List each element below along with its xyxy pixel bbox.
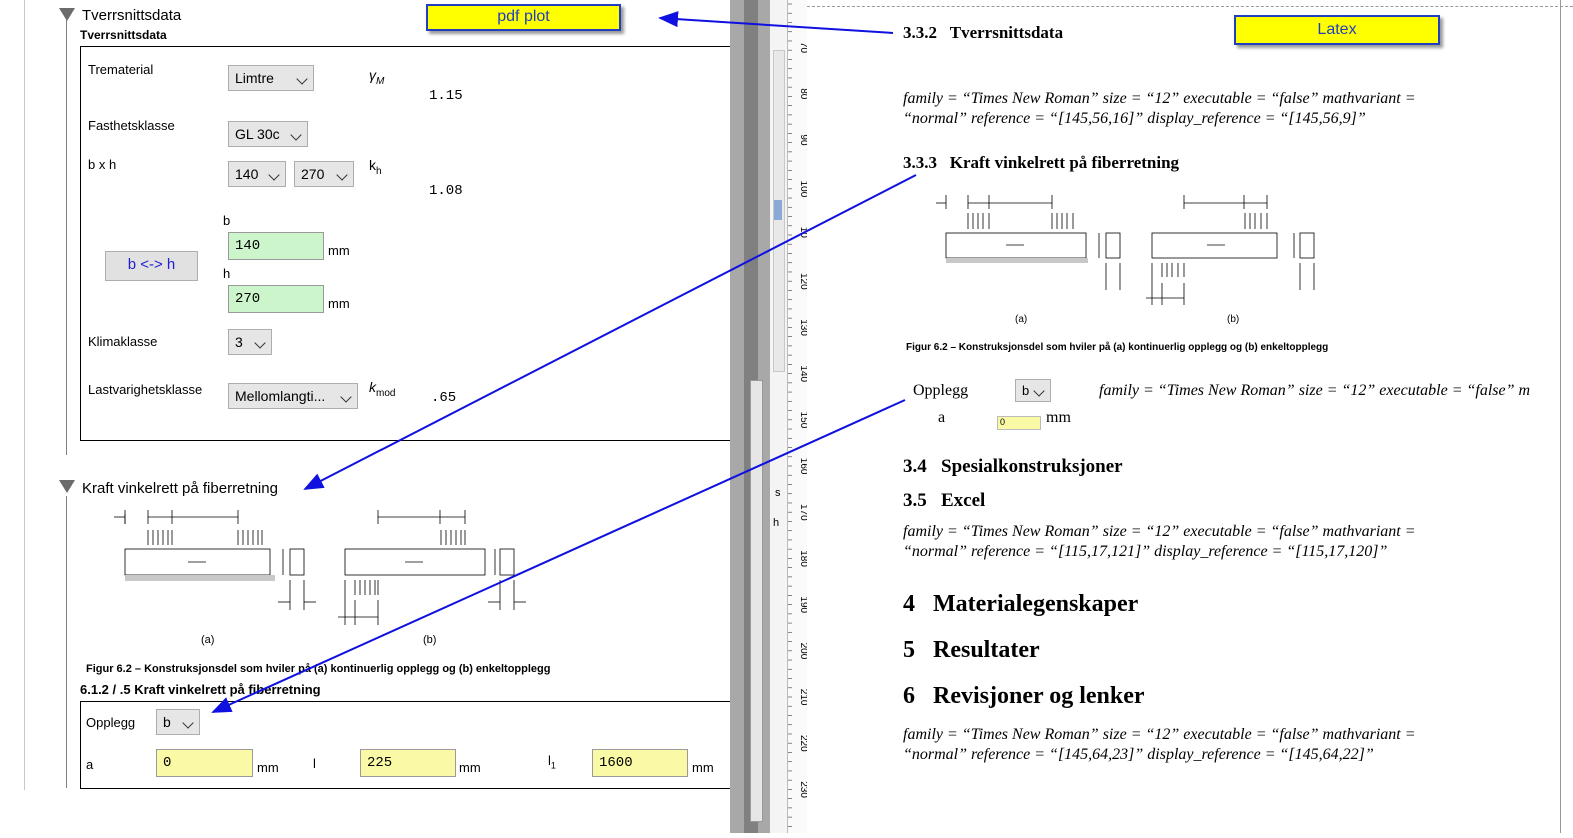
- lastvarighet-label: Lastvarighetsklasse: [88, 382, 203, 397]
- latex-figure-label-b: (b): [1227, 314, 1240, 325]
- math-block-1: family = “Times New Roman” size = “12” e…: [903, 90, 1416, 107]
- page-top-rule: [807, 0, 1573, 7]
- math-block-3: family = “Times New Roman” size = “12” e…: [903, 726, 1416, 743]
- latex-support-figure: [936, 195, 1315, 305]
- lastvarighet-select[interactable]: Mellomlangti...: [228, 383, 358, 409]
- bxh-label: b x h: [88, 157, 117, 172]
- l-unit: mm: [459, 760, 481, 775]
- heading-5: 5 Resultater: [903, 637, 1040, 663]
- support-figure: [114, 510, 526, 625]
- math-block-2: “normal” reference = “[115,17,121]” disp…: [903, 543, 1388, 560]
- chevron-down-icon: [1033, 385, 1045, 397]
- heading-6: 6 Revisjoner og lenker: [903, 683, 1145, 709]
- trematerial-select[interactable]: Limtre: [228, 65, 314, 91]
- opplegg-panel: Opplegg b a 0 mm l 225 mm l1 1600 mm: [80, 701, 730, 789]
- fasthet-select[interactable]: GL 30c: [228, 121, 308, 147]
- b-unit: mm: [328, 243, 350, 258]
- chevron-down-icon: [182, 717, 194, 729]
- outer-guide-line: [24, 0, 25, 790]
- chevron-down-icon: [254, 337, 266, 349]
- opplegg-select[interactable]: b: [156, 709, 200, 735]
- chevron-down-icon: [336, 169, 348, 181]
- heading-4: 4 Materialegenskaper: [903, 591, 1139, 617]
- heading-3-5: 3.5 Excel: [903, 490, 986, 511]
- latex-figure-caption: Figur 6.2 – Konstruksjonsdel som hviler …: [906, 342, 1329, 353]
- side-marker: [774, 200, 782, 220]
- klima-label: Klimaklasse: [88, 334, 158, 349]
- b-label: b: [223, 213, 231, 228]
- cross-section-panel: Trematerial Limtre γM 1.15 Fasthetsklass…: [80, 46, 730, 441]
- heading-3-4: 3.4 Spesialkonstruksjoner: [903, 456, 1123, 477]
- math-block-1: “normal” reference = “[145,56,16]” displ…: [903, 110, 1366, 127]
- chevron-down-icon: [290, 129, 302, 141]
- fasthet-label: Fasthetsklasse: [88, 118, 175, 133]
- l1-label: l1: [548, 753, 556, 771]
- gamma-m-symbol: γM: [369, 67, 385, 87]
- latex-opplegg-label: Opplegg: [913, 382, 969, 399]
- figure-caption: Figur 6.2 – Konstruksjonsdel som hviler …: [86, 663, 551, 675]
- kmod-value: .65: [431, 390, 457, 406]
- section-title: Kraft vinkelrett på fiberretning: [82, 480, 278, 497]
- collapse-triangle-icon[interactable]: [59, 480, 75, 493]
- h-input[interactable]: 270: [228, 285, 324, 313]
- math-block-3: “normal” reference = “[145,64,23]” displ…: [903, 746, 1374, 763]
- heading-3-3-3: 3.3.3 Kraft vinkelrett på fiberretning: [903, 153, 1180, 172]
- trematerial-label: Trematerial: [88, 62, 154, 77]
- pdf-plot-pane: Tverrsnittsdata Tverrsnittsdata Tremater…: [0, 0, 730, 833]
- kmod-symbol: kmod: [369, 379, 396, 399]
- pane-splitter[interactable]: s h 70 80 90 100 10 120 130 140 150 160 170 180 190 2…: [730, 0, 809, 833]
- side-strip: s h: [770, 0, 787, 833]
- swap-bh-button[interactable]: b <-> h: [105, 251, 198, 281]
- side-text: s: [775, 487, 781, 499]
- figure-label-b: (b): [423, 634, 437, 646]
- heading-3-3-2: 3.3.2 Tverrsnittsdata: [903, 23, 1064, 42]
- collapse-triangle-icon[interactable]: [59, 8, 75, 21]
- a-label: a: [86, 757, 94, 772]
- opplegg-label: Opplegg: [86, 715, 136, 730]
- pdf-plot-tag: pdf plot: [426, 4, 621, 31]
- page-right-edge: [1560, 0, 1561, 833]
- latex-tag: Latex: [1234, 15, 1440, 45]
- subsection-title: 6.1.2 / .5 Kraft vinkelrett på fiberretn…: [80, 682, 321, 697]
- latex-pane: 3.3.2 Tverrsnittsdata family = “Times Ne…: [807, 0, 1573, 833]
- l1-unit: mm: [692, 760, 714, 775]
- vertical-ruler: 70 80 90 100 10 120 130 140 150 160 170 180 190 200 21…: [787, 0, 809, 833]
- side-text: h: [773, 517, 780, 529]
- h-select[interactable]: 270: [294, 161, 354, 187]
- klima-select[interactable]: 3: [228, 329, 272, 355]
- l-input[interactable]: 225: [360, 749, 456, 777]
- l1-input[interactable]: 1600: [592, 749, 688, 777]
- latex-opplegg-select[interactable]: b: [1015, 379, 1051, 402]
- a-unit: mm: [257, 760, 279, 775]
- kh-symbol: kh: [369, 157, 382, 177]
- l-label: l: [313, 756, 316, 771]
- latex-a-input[interactable]: 0: [997, 416, 1041, 430]
- scrollbar-thumb[interactable]: [750, 380, 763, 822]
- section-subtitle: Tverrsnittsdata: [80, 28, 167, 42]
- latex-a-label: a: [938, 409, 946, 426]
- ruler-ticks: 7080901001012013014015016017018019020021…: [788, 3, 809, 827]
- h-unit: mm: [328, 296, 350, 311]
- latex-figure-label-a: (a): [1015, 314, 1028, 325]
- latex-opplegg-math: family = “Times New Roman” size = “12” e…: [1099, 382, 1531, 399]
- chevron-down-icon: [268, 169, 280, 181]
- kh-value: 1.08: [429, 183, 463, 199]
- a-input[interactable]: 0: [156, 749, 253, 777]
- h-label: h: [223, 266, 231, 281]
- tree-guide-line: [66, 20, 67, 455]
- tree-guide-line: [66, 496, 67, 788]
- gamma-m-value: 1.15: [429, 88, 463, 104]
- math-block-2: family = “Times New Roman” size = “12” e…: [903, 523, 1416, 540]
- chevron-down-icon: [296, 73, 308, 85]
- latex-a-unit: mm: [1046, 409, 1071, 426]
- b-input[interactable]: 140: [228, 232, 324, 260]
- b-select[interactable]: 140: [228, 161, 286, 187]
- chevron-down-icon: [340, 391, 352, 403]
- section-title: Tverrsnittsdata: [82, 7, 182, 24]
- figure-label-a: (a): [201, 634, 215, 646]
